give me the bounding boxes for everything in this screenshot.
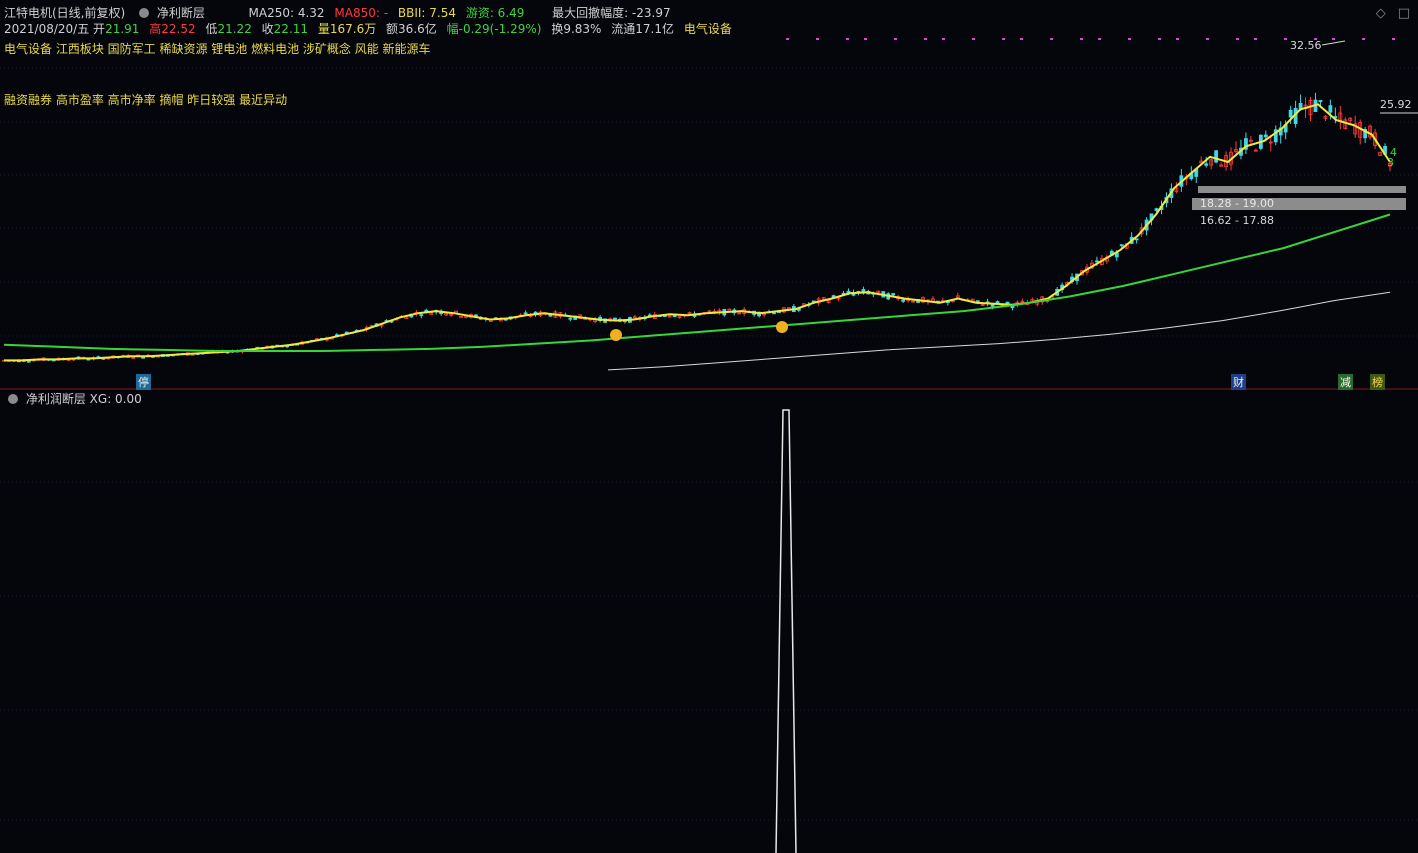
smiley-icon	[776, 321, 788, 333]
ma-short-line	[4, 103, 1391, 362]
peak-pointer	[1321, 40, 1346, 46]
candle-body	[995, 301, 1000, 304]
candle-body	[1134, 238, 1139, 241]
signal-dot	[1332, 38, 1335, 40]
candle-body	[727, 308, 732, 311]
signal-dot	[1392, 38, 1395, 40]
candle-body	[1095, 260, 1099, 263]
candle-body	[568, 317, 573, 320]
sub-panel-value: XG: 0.00	[89, 392, 142, 406]
signal-dot	[1314, 38, 1317, 40]
dropdown-icon[interactable]	[8, 394, 18, 404]
signal-dot	[1128, 38, 1131, 40]
signal-dot	[924, 38, 927, 40]
candle-body	[1154, 208, 1159, 211]
signal-dot	[1236, 38, 1239, 40]
signal-dot	[1050, 38, 1053, 40]
marker-ting[interactable]: 停	[136, 374, 151, 390]
candle-body	[1328, 105, 1333, 113]
signal-dot	[1002, 38, 1005, 40]
candle-body	[772, 312, 776, 315]
ma-mid-line	[3, 213, 1391, 352]
candle-body	[1288, 109, 1293, 118]
signal-dot	[972, 38, 975, 40]
signal-dot	[1158, 38, 1161, 40]
signal-dot	[786, 38, 789, 40]
candle-body	[901, 299, 906, 302]
right-price-label: 25.92	[1380, 98, 1412, 111]
signal-dot	[1080, 38, 1083, 40]
zone-band-1	[1198, 186, 1406, 193]
sub-panel-title[interactable]: 净利润断层	[26, 392, 86, 406]
candle-body	[1318, 100, 1323, 103]
signal-dot	[894, 38, 897, 40]
candle-body	[141, 356, 145, 359]
xg-spike	[775, 409, 797, 853]
chart-annotations: 32.5625.9218.28 - 19.0016.62 - 17.8843	[610, 38, 1418, 853]
signal-dot	[864, 38, 867, 40]
candle-body	[613, 317, 617, 320]
signal-dot	[1206, 38, 1209, 40]
peak-label: 32.56	[1290, 39, 1322, 52]
sub-panel-header: 净利润断层 XG: 0.00	[4, 390, 142, 407]
signal-dot	[1284, 38, 1287, 40]
signal-dot	[846, 38, 849, 40]
price-chart[interactable]: 32.5625.9218.28 - 19.0016.62 - 17.8843	[0, 0, 1418, 853]
smiley-icon	[610, 329, 622, 341]
zone1-label: 18.28 - 19.00	[1200, 197, 1274, 210]
candle-body	[419, 314, 424, 317]
signal-dot	[1254, 38, 1257, 40]
signal-dot	[1098, 38, 1101, 40]
candle-body	[891, 293, 896, 296]
signal-dot	[1020, 38, 1023, 40]
candle-body	[1119, 244, 1124, 247]
signal-dot	[1176, 38, 1179, 40]
marker-bang[interactable]: 榜	[1370, 374, 1385, 390]
candle-body	[1204, 163, 1209, 166]
ma-lines	[3, 103, 1391, 371]
signal-dot	[942, 38, 945, 40]
zone2-label: 16.62 - 17.88	[1200, 214, 1274, 227]
marker-jian[interactable]: 减	[1338, 374, 1353, 390]
candle-body	[1298, 102, 1303, 109]
candle-body	[1214, 150, 1219, 163]
candle-body	[26, 360, 31, 363]
signal-dot	[1362, 38, 1365, 40]
count-label: 3	[1387, 156, 1394, 169]
signal-dot	[816, 38, 819, 40]
chart-grid	[0, 67, 1418, 821]
marker-cai[interactable]: 财	[1231, 374, 1246, 390]
candle-body	[523, 312, 528, 315]
candle-body	[1263, 134, 1268, 138]
